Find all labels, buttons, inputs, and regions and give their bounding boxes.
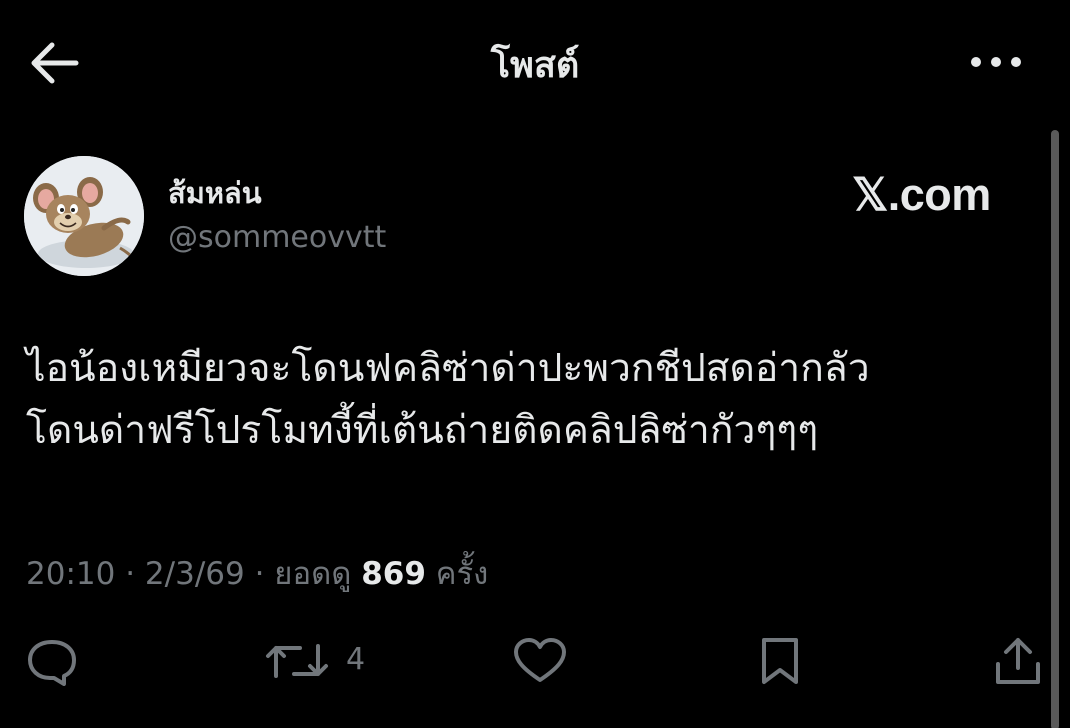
reply-button[interactable]	[24, 636, 80, 686]
tweet-time[interactable]: 20:10	[26, 556, 115, 592]
x-watermark: 𝕏.com	[852, 169, 991, 220]
avatar[interactable]	[24, 156, 144, 276]
tweet-text-line: ไอน้องเหมียวจะโดนฟคลิซ่าด่าปะพวกชีปสดอ่า…	[26, 346, 870, 391]
views-suffix: ครั้ง	[435, 556, 489, 592]
author-handle[interactable]: @sommeovvtt	[168, 220, 386, 255]
retweet-count: 4	[346, 642, 366, 677]
tweet-date[interactable]: 2/3/69	[145, 556, 245, 592]
heart-icon	[514, 638, 566, 682]
tweet-meta: 20:10 · 2/3/69 · ยอดดู 869 ครั้ง	[26, 548, 488, 598]
reply-icon	[28, 640, 76, 686]
bookmark-icon	[762, 638, 798, 684]
retweet-icon	[266, 644, 328, 678]
views-count: 869	[361, 556, 426, 592]
tweet-text: ไอน้องเหมียวจะโดนฟคลิซ่าด่าปะพวกชีปสดอ่า…	[26, 338, 1026, 462]
views-label: ยอดดู	[274, 556, 352, 592]
meta-separator: ·	[254, 556, 265, 592]
more-horizontal-icon	[971, 57, 1021, 67]
share-icon	[996, 638, 1040, 684]
more-options-button[interactable]	[968, 50, 1024, 74]
scrollbar[interactable]	[1051, 130, 1059, 728]
like-button[interactable]	[512, 636, 568, 686]
bookmark-button[interactable]	[752, 636, 808, 686]
retweet-button[interactable]: 4	[262, 636, 382, 686]
share-button[interactable]	[990, 636, 1046, 686]
page-title: โพสต์	[490, 45, 580, 86]
post-page: โพสต์ ส้มหล่น @sommeovvtt 𝕏.com ไอน้องเห…	[0, 0, 1070, 728]
tweet-text-line: โดนด่าฟรีโปรโมทงี้ที่เต้นถ่ายติดคลิปลิซ่…	[26, 408, 819, 453]
cartoon-mouse-avatar	[24, 156, 144, 276]
author-name[interactable]: ส้มหล่น	[168, 170, 262, 216]
meta-separator: ·	[125, 556, 136, 592]
